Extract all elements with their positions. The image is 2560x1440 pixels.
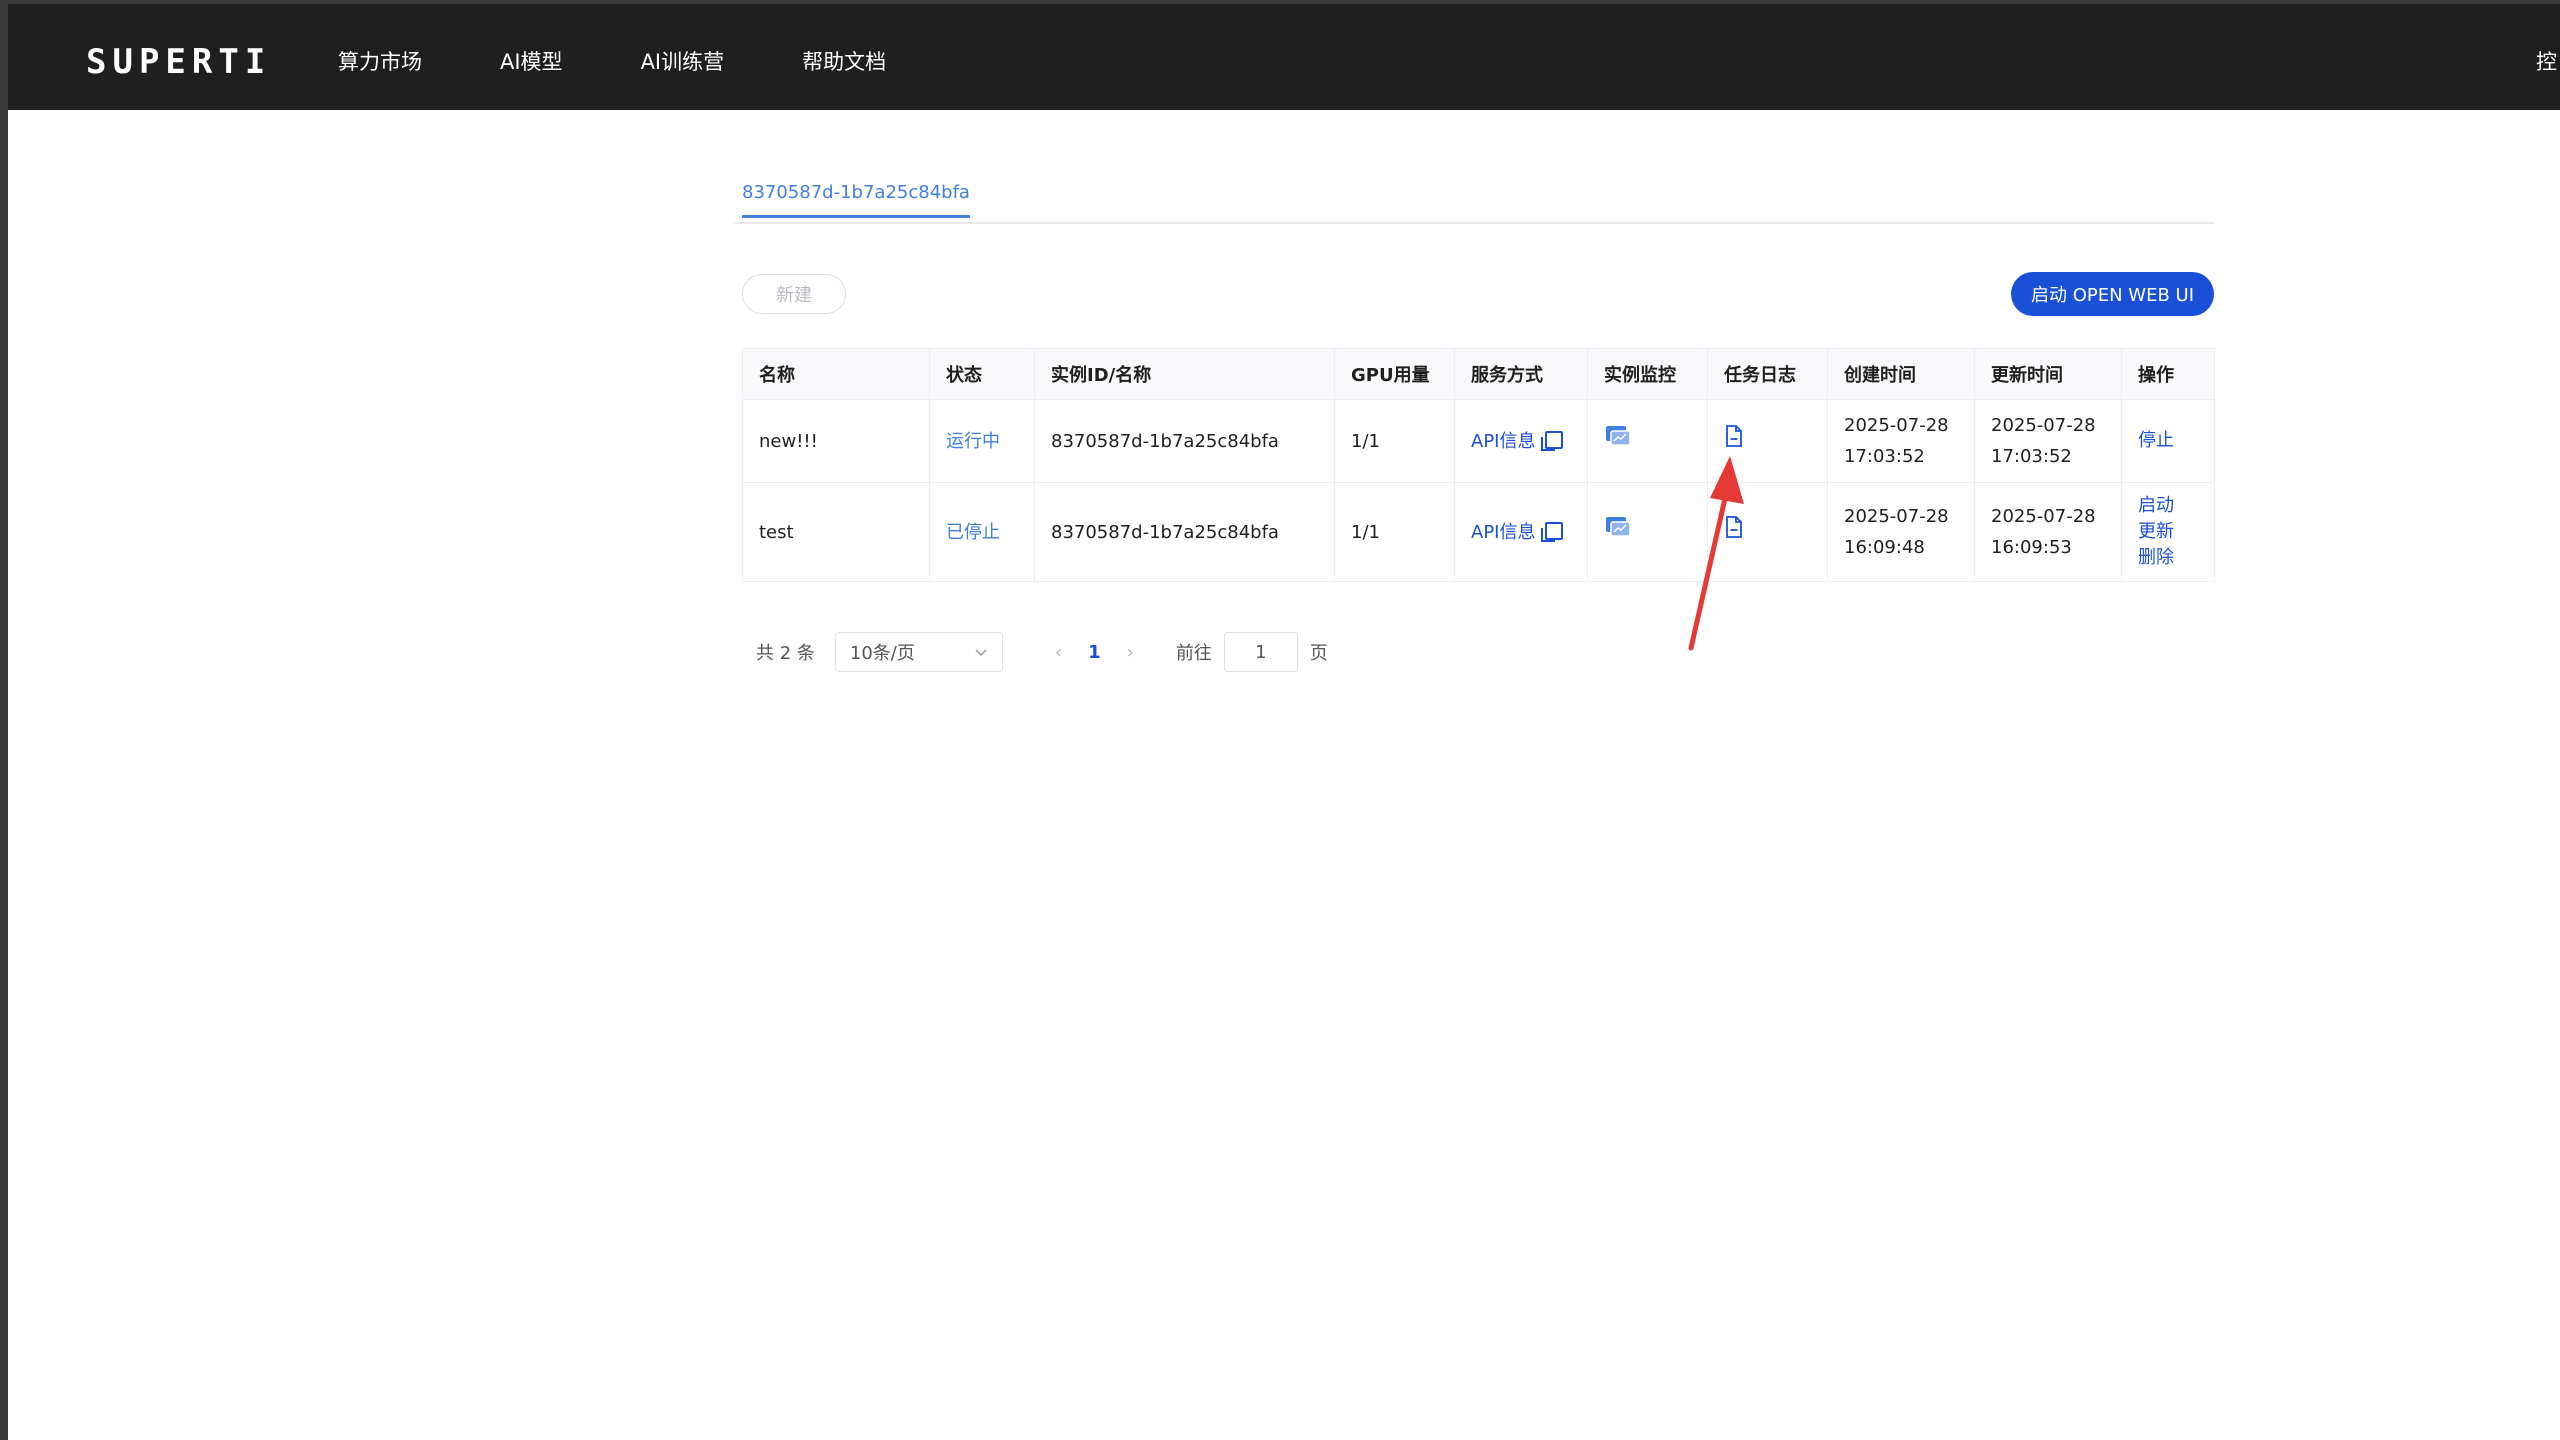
cell-name: new!!! (742, 399, 930, 483)
col-header-name: 名称 (742, 348, 930, 400)
cell-monitor (1587, 399, 1708, 483)
cell-service: API信息 (1454, 482, 1588, 582)
cell-updated: 2025-07-28 16:09:53 (1974, 482, 2122, 582)
main-content: 8370587d-1b7a25c84bfa 新建 启动 OPEN WEB UI (734, 110, 2215, 672)
col-header-gpu: GPU用量 (1334, 348, 1455, 400)
instances-table: 名称 状态 实例ID/名称 GPU用量 服务方式 实例监控 任务日志 创建时间 … (742, 348, 2215, 582)
launch-open-webui-button[interactable]: 启动 OPEN WEB UI (2010, 272, 2214, 316)
goto-label: 前往 (1175, 643, 1212, 664)
brand-logo[interactable]: SUPERTI (86, 42, 271, 82)
toolbar: 新建 启动 OPEN WEB UI (734, 224, 2214, 316)
col-header-created: 创建时间 (1827, 348, 1975, 400)
cell-logs (1707, 482, 1828, 582)
cell-actions: 停止 (2121, 399, 2215, 483)
table-row: new!!! 运行中 8370587d-1b7a25c84bfa 1/1 API… (742, 399, 2215, 483)
goto-page-input[interactable] (1223, 632, 1298, 672)
page-size-value: 10条/页 (849, 643, 915, 664)
page-size-select[interactable]: 10条/页 (834, 632, 1003, 672)
col-header-actions: 操作 (2121, 348, 2215, 400)
cell-gpu: 1/1 (1334, 399, 1455, 483)
stop-action-link[interactable]: 停止 (2138, 428, 2198, 454)
updated-date: 2025-07-28 (1991, 506, 2096, 527)
nav-item-compute-market[interactable]: 算力市场 (338, 46, 422, 76)
pagination: 共 2 条 10条/页 ‹ 1 › 前往 页 (742, 630, 1328, 674)
table-header-row: 名称 状态 实例ID/名称 GPU用量 服务方式 实例监控 任务日志 创建时间 … (742, 348, 2215, 400)
copy-icon[interactable] (1541, 521, 1564, 542)
cell-instance-id: 8370587d-1b7a25c84bfa (1034, 399, 1335, 483)
pagination-total: 共 2 条 (756, 643, 815, 664)
tab-bar: 8370587d-1b7a25c84bfa (734, 110, 2214, 224)
col-header-status: 状态 (929, 348, 1035, 400)
update-action-link[interactable]: 更新 (2138, 519, 2198, 545)
created-date: 2025-07-28 (1844, 506, 1949, 527)
status-badge: 已停止 (946, 521, 1000, 543)
delete-action-link[interactable]: 删除 (2138, 545, 2198, 571)
page-unit-label: 页 (1309, 643, 1328, 664)
updated-time: 17:03:52 (1991, 446, 2072, 467)
prev-page-icon[interactable]: ‹ (1055, 642, 1062, 663)
col-header-service: 服务方式 (1454, 348, 1588, 400)
nav-item-console[interactable]: 控 (2536, 46, 2560, 76)
next-page-icon[interactable]: › (1127, 642, 1134, 663)
main-nav: 算力市场 AI模型 AI训练营 帮助文档 (338, 46, 964, 76)
table-row: test 已停止 8370587d-1b7a25c84bfa 1/1 API信息 (742, 482, 2215, 582)
created-date: 2025-07-28 (1844, 415, 1949, 436)
cell-actions: 启动 更新 删除 (2121, 482, 2215, 582)
api-info-link[interactable]: API信息 (1471, 431, 1535, 452)
cell-updated: 2025-07-28 17:03:52 (1974, 399, 2122, 483)
cell-service: API信息 (1454, 399, 1588, 483)
page-number-current[interactable]: 1 (1088, 642, 1101, 663)
monitor-icon[interactable] (1604, 426, 1632, 453)
cell-created: 2025-07-28 16:09:48 (1827, 482, 1975, 582)
browser-window: SUPERTI 算力市场 AI模型 AI训练营 帮助文档 控 8370587d-… (8, 4, 2560, 1440)
nav-item-ai-training[interactable]: AI训练营 (641, 46, 725, 76)
task-log-icon[interactable] (1724, 425, 1744, 453)
col-header-instance-id: 实例ID/名称 (1034, 348, 1335, 400)
col-header-logs: 任务日志 (1707, 348, 1828, 400)
created-time: 17:03:52 (1844, 446, 1925, 467)
status-badge: 运行中 (946, 430, 1000, 452)
cell-logs (1707, 399, 1828, 483)
cell-gpu: 1/1 (1334, 482, 1455, 582)
task-log-icon[interactable] (1724, 516, 1744, 544)
cell-created: 2025-07-28 17:03:52 (1827, 399, 1975, 483)
nav-item-help-docs[interactable]: 帮助文档 (802, 46, 886, 76)
top-navbar: SUPERTI 算力市场 AI模型 AI训练营 帮助文档 控 (8, 4, 2560, 110)
nav-item-ai-models[interactable]: AI模型 (500, 46, 563, 76)
tab-instance[interactable]: 8370587d-1b7a25c84bfa (742, 182, 970, 218)
new-button[interactable]: 新建 (742, 274, 846, 314)
cell-instance-id: 8370587d-1b7a25c84bfa (1034, 482, 1335, 582)
monitor-icon[interactable] (1604, 517, 1632, 544)
copy-icon[interactable] (1541, 430, 1564, 451)
cell-status: 运行中 (929, 399, 1035, 483)
col-header-updated: 更新时间 (1974, 348, 2122, 400)
api-info-link[interactable]: API信息 (1471, 522, 1535, 543)
created-time: 16:09:48 (1844, 537, 1925, 558)
cell-name: test (742, 482, 930, 582)
cell-status: 已停止 (929, 482, 1035, 582)
chevron-down-icon (974, 642, 988, 663)
updated-time: 16:09:53 (1991, 537, 2072, 558)
col-header-monitor: 实例监控 (1587, 348, 1708, 400)
updated-date: 2025-07-28 (1991, 415, 2096, 436)
cell-monitor (1587, 482, 1708, 582)
start-action-link[interactable]: 启动 (2138, 493, 2198, 519)
